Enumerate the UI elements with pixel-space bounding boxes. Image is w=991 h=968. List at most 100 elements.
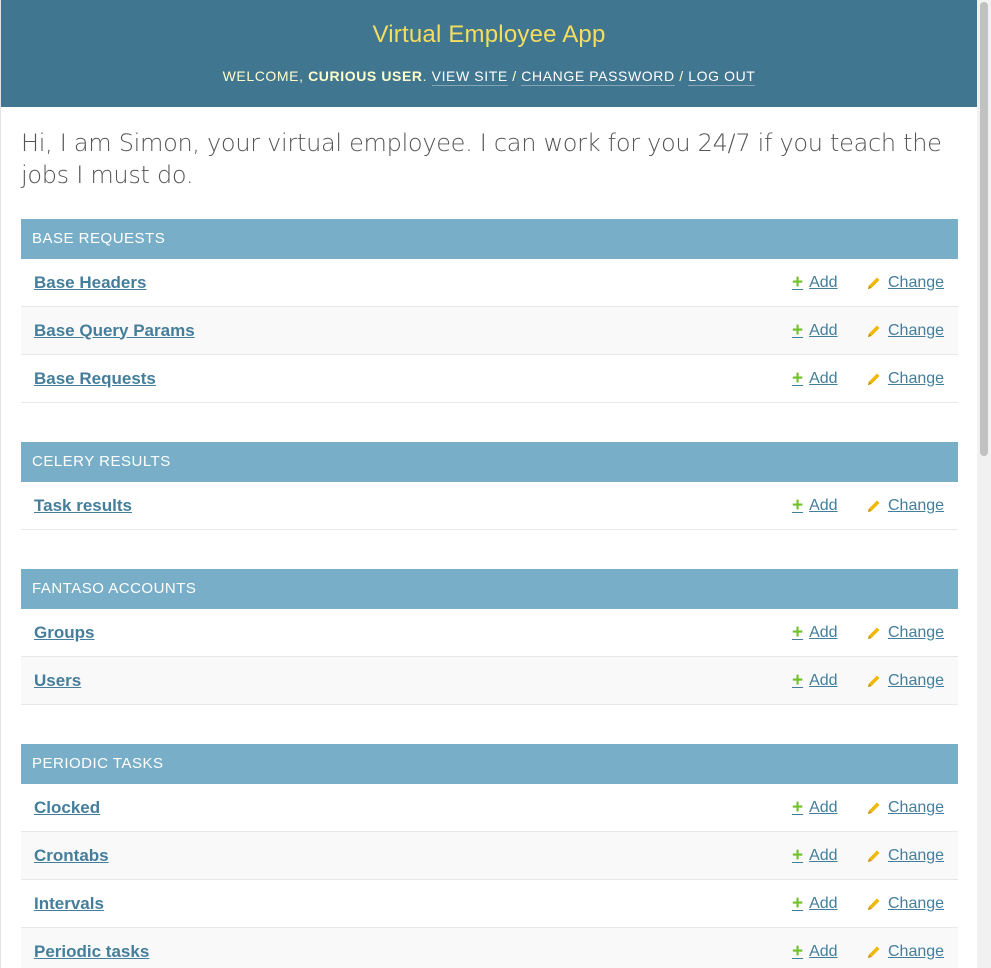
site-title[interactable]: Virtual Employee App bbox=[1, 0, 977, 50]
change-label: Change bbox=[888, 321, 945, 339]
change-link[interactable]: Change bbox=[867, 943, 944, 961]
add-label: Add bbox=[809, 942, 838, 960]
change-label: Change bbox=[888, 942, 945, 960]
change-password-link[interactable]: CHANGE PASSWORD bbox=[521, 68, 675, 86]
pencil-icon bbox=[868, 500, 880, 512]
add-link[interactable]: + Add bbox=[792, 369, 838, 388]
model-link[interactable]: Base Query Params bbox=[34, 321, 195, 341]
pencil-icon bbox=[868, 898, 880, 910]
pencil-icon bbox=[868, 946, 880, 958]
page-frame: Virtual Employee App WELCOME, CURIOUS US… bbox=[0, 0, 977, 968]
model-row: Crontabs + Add Change bbox=[21, 832, 958, 880]
log-out-link[interactable]: LOG OUT bbox=[688, 68, 756, 86]
model-link[interactable]: Task results bbox=[34, 496, 132, 516]
change-link[interactable]: Change bbox=[867, 274, 944, 292]
change-link[interactable]: Change bbox=[867, 497, 944, 515]
add-link[interactable]: + Add bbox=[792, 621, 838, 643]
plus-icon: + bbox=[792, 796, 804, 818]
pencil-icon bbox=[868, 850, 880, 862]
add-link[interactable]: + Add bbox=[792, 319, 838, 341]
change-label: Change bbox=[888, 894, 945, 912]
model-row: Users + Add Change bbox=[21, 657, 958, 705]
add-label: Add bbox=[809, 846, 838, 864]
add-label: Add bbox=[809, 321, 838, 339]
model-row: Base Requests + Add Change bbox=[21, 355, 958, 403]
module-periodic-tasks: PERIODIC TASKS Clocked + Add Change Crontabs +… bbox=[21, 744, 958, 968]
change-label: Change bbox=[888, 496, 945, 514]
model-row: Periodic tasks + Add Change bbox=[21, 928, 958, 968]
plus-icon: + bbox=[792, 892, 804, 914]
model-link[interactable]: Base Headers bbox=[34, 273, 146, 293]
change-link[interactable]: Change bbox=[867, 895, 944, 913]
add-link[interactable]: + Add bbox=[792, 494, 838, 516]
add-label: Add bbox=[809, 496, 838, 514]
plus-icon: + bbox=[792, 621, 804, 643]
model-row: Base Headers + Add Change bbox=[21, 259, 958, 307]
plus-icon: + bbox=[792, 271, 804, 293]
model-row: Base Query Params + Add Change bbox=[21, 307, 958, 355]
model-link[interactable]: Intervals bbox=[34, 894, 104, 914]
model-link[interactable]: Users bbox=[34, 671, 81, 691]
model-link[interactable]: Clocked bbox=[34, 798, 100, 818]
pencil-icon bbox=[868, 675, 880, 687]
add-label: Add bbox=[809, 623, 838, 641]
change-link[interactable]: Change bbox=[867, 322, 944, 340]
view-site-link[interactable]: VIEW SITE bbox=[431, 68, 508, 86]
add-label: Add bbox=[809, 798, 838, 816]
model-row: Groups + Add Change bbox=[21, 609, 958, 657]
module-fantaso-accounts: FANTASO ACCOUNTS Groups + Add Change Users + Ad… bbox=[21, 569, 958, 705]
change-link[interactable]: Change bbox=[867, 847, 944, 865]
module-celery-results: CELERY RESULTS Task results + Add Change bbox=[21, 442, 958, 530]
model-row: Task results + Add Change bbox=[21, 482, 958, 530]
model-link[interactable]: Periodic tasks bbox=[34, 942, 149, 962]
model-link[interactable]: Groups bbox=[34, 623, 94, 643]
plus-icon: + bbox=[792, 844, 804, 866]
header: Virtual Employee App WELCOME, CURIOUS US… bbox=[1, 0, 977, 107]
change-link[interactable]: Change bbox=[867, 672, 944, 690]
add-link[interactable]: + Add bbox=[792, 796, 838, 818]
module-base-requests: BASE REQUESTS Base Headers + Add Change Base … bbox=[21, 219, 958, 403]
separator: / bbox=[507, 68, 522, 84]
scrollbar-thumb[interactable] bbox=[980, 2, 988, 456]
add-link[interactable]: + Add bbox=[792, 271, 838, 293]
add-label: Add bbox=[809, 369, 838, 387]
change-link[interactable]: Change bbox=[867, 799, 944, 817]
module-caption[interactable]: CELERY RESULTS bbox=[21, 442, 958, 482]
pencil-icon bbox=[868, 373, 880, 385]
pencil-icon bbox=[868, 802, 880, 814]
welcome-period: . bbox=[422, 68, 432, 84]
change-label: Change bbox=[888, 273, 945, 291]
username: CURIOUS USER bbox=[308, 68, 423, 84]
plus-icon: + bbox=[792, 319, 804, 341]
add-link[interactable]: + Add bbox=[792, 669, 838, 691]
add-label: Add bbox=[809, 273, 838, 291]
change-label: Change bbox=[888, 671, 945, 689]
plus-icon: + bbox=[792, 940, 804, 962]
plus-icon: + bbox=[792, 494, 804, 516]
plus-icon: + bbox=[792, 669, 804, 691]
intro-text: Hi, I am Simon, your virtual employee. I… bbox=[21, 129, 942, 189]
pencil-icon bbox=[868, 627, 880, 639]
pencil-icon bbox=[868, 325, 880, 337]
change-label: Change bbox=[888, 798, 945, 816]
change-link[interactable]: Change bbox=[867, 370, 944, 388]
user-tools: WELCOME, CURIOUS USER. VIEW SITE / CHANG… bbox=[1, 67, 977, 86]
add-link[interactable]: + Add bbox=[792, 844, 838, 866]
model-row: Clocked + Add Change bbox=[21, 784, 958, 832]
module-caption[interactable]: FANTASO ACCOUNTS bbox=[21, 569, 958, 609]
change-label: Change bbox=[888, 623, 945, 641]
pencil-icon bbox=[868, 277, 880, 289]
add-link[interactable]: + Add bbox=[792, 892, 838, 914]
change-link[interactable]: Change bbox=[867, 624, 944, 642]
app-list: BASE REQUESTS Base Headers + Add Change Base … bbox=[1, 219, 977, 968]
change-label: Change bbox=[888, 846, 945, 864]
model-row: Intervals + Add Change bbox=[21, 880, 958, 928]
model-link[interactable]: Base Requests bbox=[34, 369, 156, 389]
add-label: Add bbox=[809, 894, 838, 912]
welcome-text: WELCOME, bbox=[222, 68, 309, 84]
add-link[interactable]: + Add bbox=[792, 940, 838, 962]
change-label: Change bbox=[888, 369, 945, 387]
model-link[interactable]: Crontabs bbox=[34, 846, 109, 866]
module-caption[interactable]: PERIODIC TASKS bbox=[21, 744, 958, 784]
module-caption[interactable]: BASE REQUESTS bbox=[21, 219, 958, 259]
